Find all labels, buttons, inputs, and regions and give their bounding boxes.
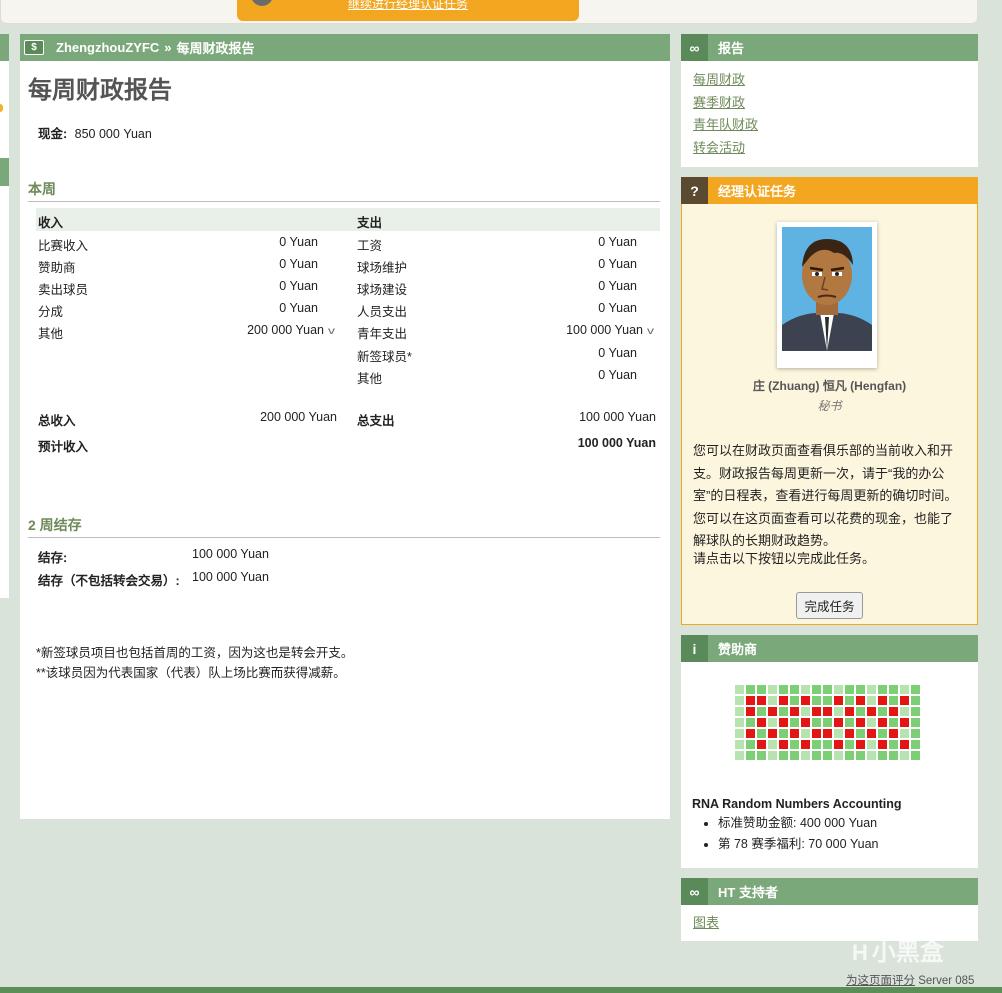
expense-row: 人员支出 0 Yuan	[357, 301, 637, 319]
expense-row: 球场维护 0 Yuan	[357, 257, 637, 275]
complete-task-button[interactable]: 完成任务	[796, 592, 863, 619]
expense-row-youth[interactable]: 青年支出 100 000 Yuan v	[357, 323, 654, 343]
balance-row: 结存: 100 000 Yuan	[38, 547, 269, 565]
income-row: 比赛收入 0 Yuan	[38, 235, 318, 253]
income-row: 卖出球员 0 Yuan	[38, 279, 318, 297]
question-icon: ?	[681, 177, 708, 204]
bottom-stripe	[0, 987, 1002, 993]
breadcrumb-page: 每周财政报告	[176, 41, 255, 56]
report-link-weekly[interactable]: 每周财政	[681, 69, 978, 92]
total-expense-row: 总支出 100 000 Yuan	[357, 410, 656, 428]
sponsor-box: i 赞助商 RNA Random Numbers Accounting 标准赞助…	[681, 635, 978, 868]
reports-box: ∞ 报告 每周财政 赛季财政 青年队财政 转会活动	[681, 34, 978, 167]
server-label: Server 085	[918, 975, 975, 987]
cash-value: 850 000 Yuan	[74, 127, 152, 141]
expense-row: 球场建设 0 Yuan	[357, 279, 637, 297]
portrait-image	[782, 227, 872, 351]
income-row-other[interactable]: 其他 200 000 Yuan v	[38, 323, 335, 343]
expense-header: 支出	[357, 216, 383, 230]
secretary-name: 庄 (Zhuang) 恒凡 (Hengfan)	[752, 379, 907, 393]
reports-title: 报告	[718, 41, 745, 56]
income-header: 收入	[38, 216, 64, 230]
report-link-transfers[interactable]: 转会活动	[681, 137, 978, 160]
secretary-portrait	[777, 222, 877, 368]
sponsor-name: RNA Random Numbers Accounting	[692, 797, 902, 811]
income-row: 分成 0 Yuan	[38, 301, 318, 319]
main-panel: $ ZhengzhouZYFC » 每周财政报告 每周财政报告 现金: 850 …	[20, 34, 670, 819]
left-sidebar-stub	[0, 34, 9, 598]
sponsor-item: 第 78 赛季福利: 70 000 Yuan	[718, 834, 879, 855]
footnote: *新签球员项目也包括首周的工资，因为这也是转会开支。	[36, 646, 354, 660]
balance-title: 2 周结存	[28, 515, 660, 538]
secretary-role: 秘书	[817, 399, 842, 413]
chevron-down-icon[interactable]: v	[647, 326, 654, 337]
rate-page-link[interactable]: 为这页面评分	[846, 975, 915, 987]
finance-table-header: 收入 支出	[36, 208, 660, 231]
this-week-title: 本周	[28, 179, 660, 202]
footer: 为这页面评分 Server 085	[846, 972, 974, 988]
total-income-row: 总收入 200 000 Yuan	[38, 410, 337, 428]
cash-line: 现金: 850 000 Yuan	[38, 123, 152, 142]
watermark-logo-icon: H	[852, 940, 868, 965]
continue-task-label: 继续进行经理认证任务	[347, 0, 468, 11]
expected-income-row: 预计收入 100 000 Yuan	[38, 436, 656, 454]
manager-task-box: ? 经理认证任务 庄 (Zhuang) 恒凡 (Hengfan) 秘书 您可以在…	[681, 177, 978, 625]
link-chain-icon: ∞	[681, 34, 708, 61]
sponsor-title: 赞助商	[718, 642, 758, 657]
sponsor-logo[interactable]	[735, 685, 923, 769]
task-prompt: 请点击以下按钮以完成此任务。	[693, 551, 876, 566]
task-icon	[251, 0, 273, 6]
footnotes: *新签球员项目也包括首周的工资，因为这也是转会开支。 **该球员因为代表国家（代…	[36, 643, 353, 683]
supporter-title: HT 支持者	[718, 885, 778, 900]
balance-row: 结存（不包括转会交易）: 100 000 Yuan	[38, 570, 269, 588]
cash-label: 现金:	[38, 127, 68, 141]
money-icon: $	[24, 40, 44, 55]
task-title: 经理认证任务	[718, 184, 797, 199]
breadcrumb-club-link[interactable]: ZhengzhouZYFC	[56, 40, 159, 55]
income-row: 赞助商 0 Yuan	[38, 257, 318, 275]
report-link-youth[interactable]: 青年队财政	[681, 114, 978, 137]
info-icon: i	[681, 635, 708, 662]
task-text: 您可以在财政页面查看俱乐部的当前收入和开支。财政报告每周更新一次，请于“我的办公…	[693, 443, 958, 548]
expense-row: 新签球员* 0 Yuan	[357, 346, 637, 364]
footnote: **该球员因为代表国家（代表）队上场比赛而获得减薪。	[36, 666, 346, 680]
expense-row: 工资 0 Yuan	[357, 235, 637, 253]
sponsor-item: 标准赞助金额: 400 000 Yuan	[718, 813, 879, 834]
expense-row: 其他 0 Yuan	[357, 368, 637, 386]
link-chain-icon: ∞	[681, 878, 708, 905]
continue-task-button[interactable]: 继续进行经理认证任务	[237, 0, 579, 21]
report-link-season[interactable]: 赛季财政	[681, 92, 978, 115]
breadcrumb: $ ZhengzhouZYFC » 每周财政报告	[20, 34, 670, 61]
chevron-down-icon[interactable]: v	[328, 326, 335, 337]
watermark: H 小黑盒	[852, 939, 944, 966]
page-title: 每周财政报告	[28, 77, 172, 104]
